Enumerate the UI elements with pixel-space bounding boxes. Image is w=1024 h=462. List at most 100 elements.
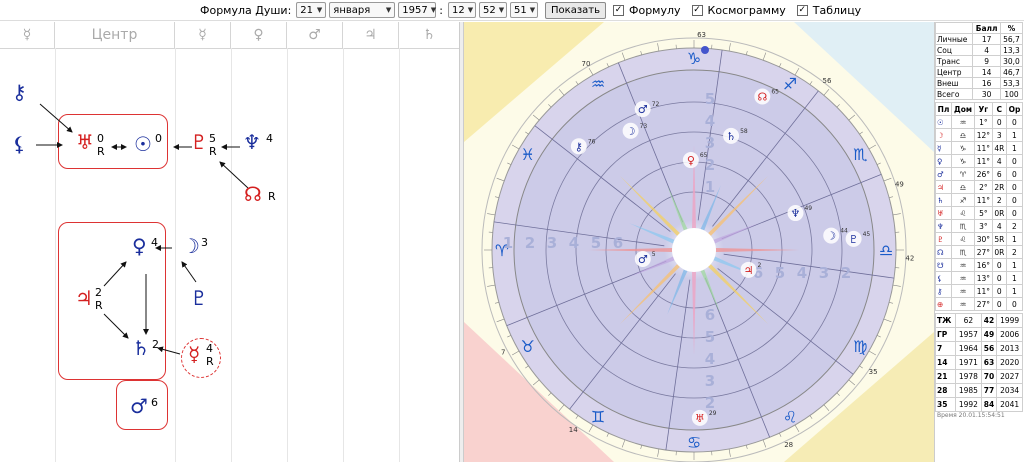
planet-table-cell: 16° xyxy=(973,258,993,272)
planet-table-cell: 0 xyxy=(1005,154,1024,168)
planet-table-row: ♂ ♈ 26° 6 0 xyxy=(934,167,1024,181)
planet-table-cell: 0 xyxy=(1005,297,1024,311)
planet-icon: ♂ xyxy=(638,253,648,266)
house-number: 3 xyxy=(819,264,829,282)
planet-table-cell: 2 xyxy=(1005,245,1024,259)
lilith-icon[interactable]: ⚸ xyxy=(12,134,27,154)
jupiter-icon[interactable]: ♃ xyxy=(75,288,93,308)
mars-icon[interactable]: ♂ xyxy=(130,396,148,416)
planet-table-header-cell: Ор xyxy=(1005,102,1024,116)
hour-select[interactable]: 12 ▼ xyxy=(448,2,477,18)
table-checkbox[interactable]: ✓ xyxy=(796,4,808,16)
degree-label: 7 xyxy=(501,348,505,356)
age-table-row: ГР 1957 49 2006 xyxy=(934,327,1023,342)
colon-separator: : xyxy=(439,3,444,17)
planet-table-cell: ♃ xyxy=(934,180,953,194)
jupiter-score: 2 xyxy=(95,286,102,299)
score-table-header: Балл% xyxy=(934,22,1024,34)
score-table-row: Центр 14 46,7 xyxy=(934,66,1024,78)
planet-table-row: ☋ ♒ 16° 0 1 xyxy=(934,258,1024,272)
mercury-icon[interactable]: ☿ xyxy=(188,344,200,364)
score-table-cell: 56,7 xyxy=(999,33,1024,45)
zodiac-sign-icon: ♏ xyxy=(853,145,867,164)
planet-icon: ☽ xyxy=(626,125,636,138)
age-table-cell: ТЖ xyxy=(934,313,957,328)
planet-table-cell: ♀ xyxy=(934,154,953,168)
planet-table-cell: 0 xyxy=(1005,206,1024,220)
house-number: 6 xyxy=(613,234,623,252)
saturn-icon[interactable]: ♄ xyxy=(132,338,150,358)
planet-table-cell: ♄ xyxy=(934,193,953,207)
planet-degree: 2 xyxy=(758,262,762,269)
score-table-cell: 100 xyxy=(999,88,1024,100)
planet-table-cell: ⊕ xyxy=(934,297,953,311)
planet-table-row: ☉ ♒ 1° 0 0 xyxy=(934,115,1024,129)
degree-label: 49 xyxy=(895,180,904,188)
chiron-icon[interactable]: ⚷ xyxy=(12,82,27,102)
planet-degree: 45 xyxy=(863,231,871,238)
formula-checkbox[interactable]: ✓ xyxy=(613,4,624,16)
age-table-cell: 7 xyxy=(934,341,957,356)
planet-table-cell: 0 xyxy=(1005,180,1024,194)
planet-table-cell: 2 xyxy=(991,193,1007,207)
score-table-cell: Личные xyxy=(934,33,974,45)
planet-table-cell: ♒ xyxy=(951,271,975,285)
planet-table-cell: ♎ xyxy=(951,180,975,194)
show-button[interactable]: Показать xyxy=(545,1,606,19)
planet-degree: 76 xyxy=(588,138,596,145)
year-select[interactable]: 1957 ▼ xyxy=(398,2,437,18)
moon-score: 3 xyxy=(201,236,208,249)
planet-table-cell: ♌ xyxy=(951,232,975,246)
score-table-cell: Внеш xyxy=(934,77,974,89)
age-table-cell: 70 xyxy=(980,369,998,384)
zodiac-sign-icon: ♑ xyxy=(687,49,701,68)
planet-table-cell: ♆ xyxy=(934,219,953,233)
node-icon[interactable]: ☊ xyxy=(244,184,262,204)
planet-table-cell: 11° xyxy=(973,154,993,168)
planet-table-cell: 1° xyxy=(973,115,993,129)
planet-table-row: ☽ ♎ 12° 3 1 xyxy=(934,128,1024,142)
minute-select[interactable]: 52 ▼ xyxy=(479,2,508,18)
pluto-2-icon[interactable]: ♇ xyxy=(190,288,208,308)
moon-icon[interactable]: ☽ xyxy=(182,236,200,256)
planet-table-row: ☿ ♑ 11° 4R 1 xyxy=(934,141,1024,155)
planet-table-cell: ♒ xyxy=(951,115,975,129)
planet-table-cell: 0R xyxy=(991,206,1007,220)
planet-table-cell: 5R xyxy=(991,232,1007,246)
venus-icon[interactable]: ♀ xyxy=(132,236,147,256)
planet-table-cell: 26° xyxy=(973,167,993,181)
neptune-icon[interactable]: ♆ xyxy=(243,132,261,152)
planet-table-cell: ☋ xyxy=(934,258,953,272)
score-table-cell: 16 xyxy=(972,77,1001,89)
planet-table-row: ♇ ♌ 30° 5R 1 xyxy=(934,232,1024,246)
planet-table-cell: ♒ xyxy=(951,284,975,298)
age-table-cell: 62 xyxy=(955,313,982,328)
house-number: 5 xyxy=(705,90,715,108)
sun-icon[interactable]: ☉ xyxy=(134,134,152,154)
planet-table-cell: 0 xyxy=(1005,115,1024,129)
pluto-icon[interactable]: ♇ xyxy=(190,132,208,152)
planet-table-cell: 11° xyxy=(973,193,993,207)
planet-degree: 58 xyxy=(740,128,748,135)
planet-icon: ☊ xyxy=(757,91,767,104)
planet-table-cell: ♏ xyxy=(951,245,975,259)
planet-table-cell: ♂ xyxy=(934,167,953,181)
second-select[interactable]: 51 ▼ xyxy=(510,2,539,18)
month-select[interactable]: января ▼ xyxy=(329,2,396,18)
cosmogram: 6356494235282114770♐♏♎♍♌♋♊♉♈♓♒♑123456654… xyxy=(464,22,934,462)
day-select[interactable]: 21 ▼ xyxy=(296,2,327,18)
planet-table-cell: 11° xyxy=(973,284,993,298)
score-table-cell: 53,3 xyxy=(999,77,1024,89)
planet-table-cell: 2° xyxy=(973,180,993,194)
planet-table-cell: 2 xyxy=(1005,219,1024,233)
ascendant-marker xyxy=(701,46,709,54)
planet-table-cell: 0 xyxy=(991,258,1007,272)
uranus-icon[interactable]: ♅ xyxy=(76,132,94,152)
degree-label: 70 xyxy=(582,60,591,68)
degree-label: 14 xyxy=(569,426,578,434)
age-table-cell: 1964 xyxy=(955,341,982,356)
cosmogram-checkbox[interactable]: ✓ xyxy=(691,4,703,16)
planet-table-cell: 4 xyxy=(991,154,1007,168)
degree-label: 63 xyxy=(697,31,706,39)
planet-table-header: Пл Дом Уг С Ор xyxy=(934,102,1024,116)
